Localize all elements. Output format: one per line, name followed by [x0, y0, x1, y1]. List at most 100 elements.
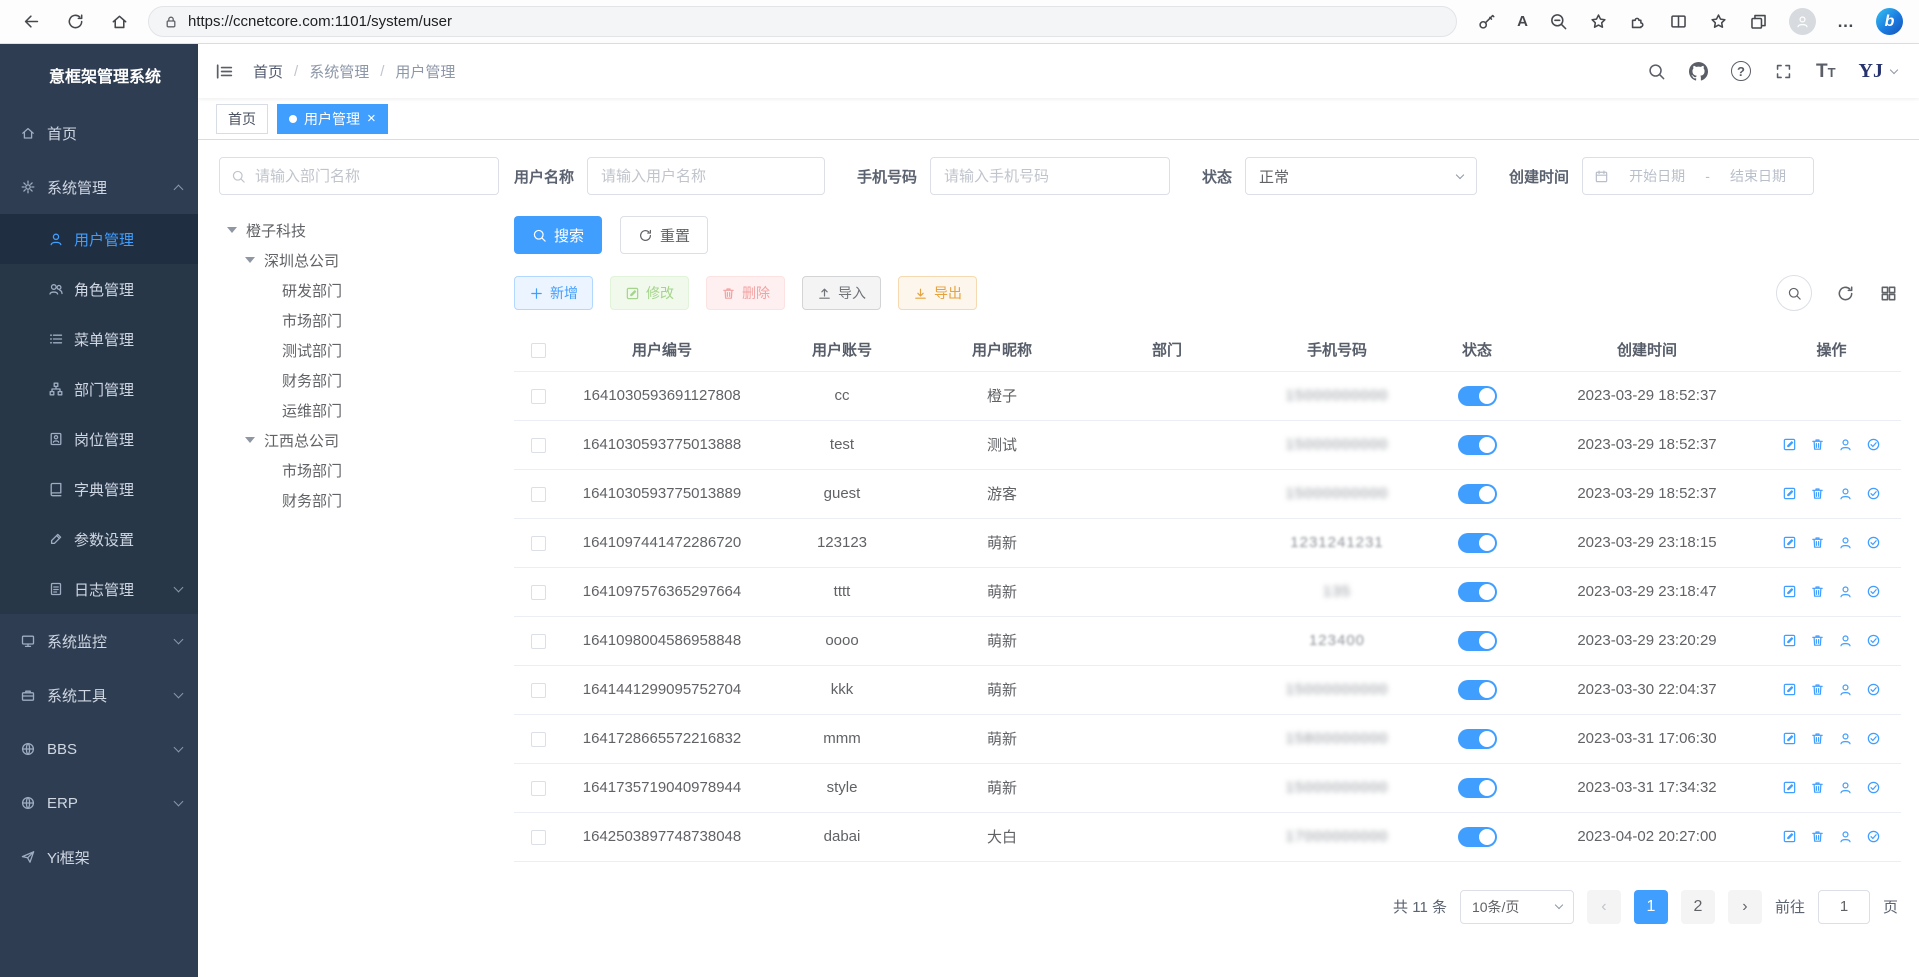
profile-avatar[interactable]	[1789, 8, 1816, 35]
tree-node[interactable]: 橙子科技	[219, 215, 499, 245]
breadcrumb-system[interactable]: 系统管理	[309, 61, 369, 82]
fullscreen-icon[interactable]	[1774, 62, 1793, 81]
sidebar-item-system-management[interactable]: 系统管理	[0, 160, 198, 214]
edit-user-icon[interactable]	[1782, 535, 1797, 550]
edit-user-icon[interactable]	[1782, 633, 1797, 648]
close-tab-icon[interactable]: ×	[367, 111, 376, 126]
add-button[interactable]: 新增	[514, 276, 593, 310]
sidebar-item-home[interactable]: 首页	[0, 106, 198, 160]
tree-node[interactable]: 财务部门	[219, 365, 499, 395]
row-checkbox[interactable]	[531, 389, 546, 404]
delete-user-icon[interactable]	[1810, 780, 1825, 795]
goto-page-input[interactable]	[1818, 890, 1870, 924]
collections-icon[interactable]	[1749, 12, 1768, 31]
import-button[interactable]: 导入	[802, 276, 881, 310]
refresh-table-icon[interactable]	[1836, 284, 1855, 303]
phone-input[interactable]	[930, 157, 1170, 195]
sidebar-item-role-management[interactable]: 角色管理	[0, 264, 198, 314]
reset-password-icon[interactable]	[1838, 486, 1853, 501]
sidebar-item-log-management[interactable]: 日志管理	[0, 564, 198, 614]
tree-node[interactable]: 测试部门	[219, 335, 499, 365]
assign-role-icon[interactable]	[1866, 486, 1881, 501]
tree-node[interactable]: 财务部门	[219, 485, 499, 515]
assign-role-icon[interactable]	[1866, 535, 1881, 550]
next-page-button[interactable]: ›	[1728, 890, 1762, 924]
row-checkbox[interactable]	[531, 683, 546, 698]
edit-button[interactable]: 修改	[610, 276, 689, 310]
status-toggle[interactable]	[1458, 533, 1497, 553]
delete-user-icon[interactable]	[1810, 633, 1825, 648]
help-icon[interactable]: ?	[1731, 61, 1751, 81]
reset-password-icon[interactable]	[1838, 633, 1853, 648]
tree-node[interactable]: 深圳总公司	[219, 245, 499, 275]
status-toggle[interactable]	[1458, 827, 1497, 847]
sidebar-item-param-settings[interactable]: 参数设置	[0, 514, 198, 564]
edit-user-icon[interactable]	[1782, 829, 1797, 844]
tree-node[interactable]: 研发部门	[219, 275, 499, 305]
sidebar-item-system-tools[interactable]: 系统工具	[0, 668, 198, 722]
reset-password-icon[interactable]	[1838, 535, 1853, 550]
status-toggle[interactable]	[1458, 631, 1497, 651]
edit-user-icon[interactable]	[1782, 584, 1797, 599]
reset-password-icon[interactable]	[1838, 780, 1853, 795]
sidebar-collapse-icon[interactable]	[214, 61, 235, 82]
font-size-icon[interactable]: TT	[1816, 62, 1836, 81]
extensions-icon[interactable]	[1629, 12, 1648, 31]
sidebar-item-menu-management[interactable]: 菜单管理	[0, 314, 198, 364]
user-avatar[interactable]: YJ	[1859, 60, 1897, 83]
page-button-2[interactable]: 2	[1681, 890, 1715, 924]
search-icon[interactable]	[1647, 62, 1666, 81]
status-toggle[interactable]	[1458, 484, 1497, 504]
password-key-icon[interactable]	[1477, 12, 1496, 31]
status-toggle[interactable]	[1458, 680, 1497, 700]
status-toggle[interactable]	[1458, 729, 1497, 749]
row-checkbox[interactable]	[531, 585, 546, 600]
edit-user-icon[interactable]	[1782, 486, 1797, 501]
delete-user-icon[interactable]	[1810, 437, 1825, 452]
row-checkbox[interactable]	[531, 487, 546, 502]
delete-user-icon[interactable]	[1810, 584, 1825, 599]
delete-user-icon[interactable]	[1810, 682, 1825, 697]
row-checkbox[interactable]	[531, 732, 546, 747]
assign-role-icon[interactable]	[1866, 682, 1881, 697]
status-toggle[interactable]	[1458, 435, 1497, 455]
sidebar-item-system-monitor[interactable]: 系统监控	[0, 614, 198, 668]
delete-user-icon[interactable]	[1810, 731, 1825, 746]
tree-node[interactable]: 市场部门	[219, 305, 499, 335]
assign-role-icon[interactable]	[1866, 829, 1881, 844]
username-input[interactable]	[587, 157, 825, 195]
sidebar-item-dept-management[interactable]: 部门管理	[0, 364, 198, 414]
prev-page-button[interactable]: ‹	[1587, 890, 1621, 924]
reset-password-icon[interactable]	[1838, 437, 1853, 452]
status-toggle[interactable]	[1458, 778, 1497, 798]
status-select[interactable]: 正常	[1245, 157, 1477, 195]
read-aloud-icon[interactable]: A	[1517, 13, 1528, 30]
toggle-search-button[interactable]	[1776, 275, 1812, 311]
reset-button[interactable]: 重置	[620, 216, 708, 254]
reset-password-icon[interactable]	[1838, 731, 1853, 746]
sidebar-item-post-management[interactable]: 岗位管理	[0, 414, 198, 464]
edit-user-icon[interactable]	[1782, 437, 1797, 452]
refresh-button[interactable]	[60, 7, 90, 37]
row-checkbox[interactable]	[531, 634, 546, 649]
edit-user-icon[interactable]	[1782, 780, 1797, 795]
breadcrumb-user[interactable]: 用户管理	[395, 61, 455, 82]
more-options-icon[interactable]: …	[1837, 12, 1855, 32]
address-bar[interactable]: https://ccnetcore.com:1101/system/user	[148, 6, 1457, 37]
reset-password-icon[interactable]	[1838, 584, 1853, 599]
assign-role-icon[interactable]	[1866, 437, 1881, 452]
sidebar-item-bbs[interactable]: BBS	[0, 722, 198, 776]
zoom-out-icon[interactable]	[1549, 12, 1568, 31]
tree-node[interactable]: 运维部门	[219, 395, 499, 425]
split-screen-icon[interactable]	[1669, 12, 1688, 31]
row-checkbox[interactable]	[531, 438, 546, 453]
page-size-select[interactable]: 10条/页	[1460, 890, 1574, 924]
assign-role-icon[interactable]	[1866, 633, 1881, 648]
tab-home[interactable]: 首页	[216, 104, 268, 134]
delete-user-icon[interactable]	[1810, 535, 1825, 550]
home-button[interactable]	[104, 7, 134, 37]
edit-user-icon[interactable]	[1782, 682, 1797, 697]
search-button[interactable]: 搜索	[514, 216, 602, 254]
status-toggle[interactable]	[1458, 582, 1497, 602]
status-toggle[interactable]	[1458, 386, 1497, 406]
